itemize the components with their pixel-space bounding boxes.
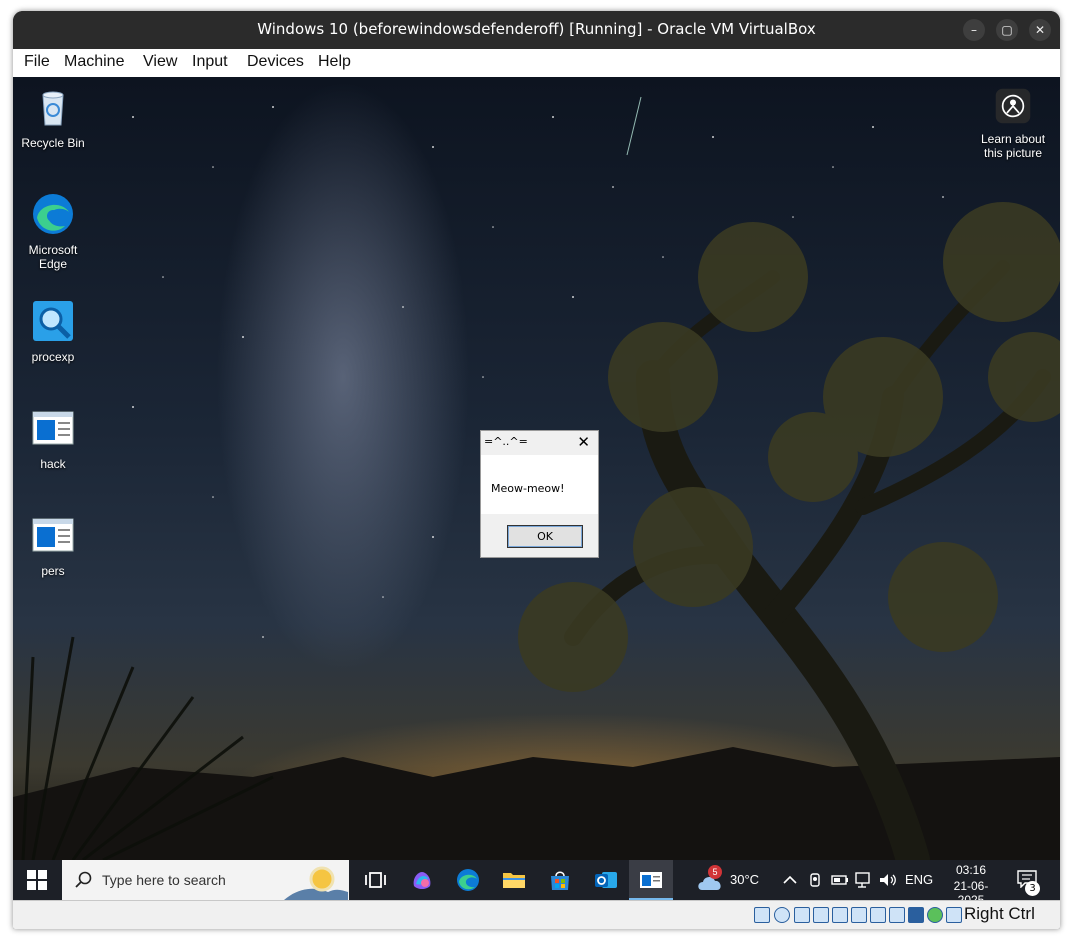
cpu-activity-icon[interactable] [927, 907, 943, 923]
search-highlight-icon [284, 866, 348, 900]
learn-line2: this picture [983, 146, 1043, 160]
message-box-title: =^..^= [484, 435, 528, 448]
notification-count: 3 [1025, 881, 1040, 896]
search-placeholder: Type here to search [102, 872, 226, 888]
recycle-bin-icon [42, 91, 64, 126]
desktop-icon-label: Recycle Bin [21, 136, 85, 150]
message-box-close-button[interactable]: ✕ [577, 433, 590, 451]
shared-folders-icon[interactable] [851, 907, 867, 923]
close-button[interactable]: ✕ [1029, 19, 1051, 41]
weather-badge: 5 [708, 865, 722, 879]
audio-icon[interactable] [794, 907, 810, 923]
desktop[interactable]: Recycle Bin Microsoft Edge procexp hack … [13, 77, 1060, 860]
desktop-icon-label: hack [40, 457, 66, 471]
network-icon[interactable] [855, 872, 873, 888]
desktop-icon-label: pers [41, 564, 65, 578]
desktop-icon-recycle-bin[interactable]: Recycle Bin [13, 85, 93, 150]
taskbar: Type here to search 5 30°C ENG 03:16 21-… [13, 860, 1060, 907]
menu-bar: File Machine View Input Devices Help [13, 49, 1060, 78]
desktop-icon-hack[interactable]: hack [13, 406, 93, 471]
display-icon[interactable] [870, 907, 886, 923]
edge-icon[interactable] [456, 868, 480, 892]
clock[interactable]: 03:16 21-06-2025 [941, 860, 1001, 907]
battery-icon[interactable] [831, 873, 849, 887]
minimize-button[interactable]: – [963, 19, 985, 41]
edge-icon [33, 194, 73, 234]
search-icon [75, 871, 92, 888]
desktop-icon-label: Microsoft Edge [28, 243, 78, 271]
window-title: Windows 10 (beforewindowsdefenderoff) [R… [257, 20, 816, 38]
volume-icon[interactable] [879, 872, 897, 888]
menu-help[interactable]: Help [318, 53, 351, 71]
virtualbox-window: Windows 10 (beforewindowsdefenderoff) [R… [13, 11, 1060, 929]
network-adapter-icon[interactable] [813, 907, 829, 923]
message-box-body: Meow-meow! [481, 455, 598, 514]
keyboard-capture-icon[interactable] [946, 907, 962, 923]
menu-machine[interactable]: Machine [64, 53, 124, 71]
recording-icon[interactable] [889, 907, 905, 923]
learn-line1: Learn about [980, 132, 1046, 146]
mouse-integration-icon[interactable] [908, 907, 924, 923]
desktop-icon-pers[interactable]: pers [13, 513, 93, 578]
host-key-label: Right Ctrl [964, 904, 1035, 923]
copilot-icon[interactable] [410, 868, 434, 892]
file-explorer-icon[interactable] [502, 868, 526, 892]
learn-about-this-picture[interactable]: Learn about this picture [973, 87, 1053, 160]
active-app-icon [640, 872, 662, 888]
title-bar[interactable]: Windows 10 (beforewindowsdefenderoff) [R… [13, 11, 1060, 49]
exe-file-icon [32, 518, 74, 552]
menu-file[interactable]: File [24, 53, 50, 71]
desktop-icon-microsoft-edge[interactable]: Microsoft Edge [13, 192, 93, 271]
ok-button[interactable]: OK [507, 525, 583, 548]
outlook-icon[interactable] [594, 868, 618, 892]
camera-info-icon [995, 88, 1031, 124]
active-app-button[interactable] [629, 860, 673, 900]
search-box[interactable]: Type here to search [62, 860, 349, 900]
message-box: =^..^= ✕ Meow-meow! OK [480, 430, 599, 558]
windows-start-icon[interactable] [27, 870, 47, 890]
optical-drive-icon[interactable] [774, 907, 790, 923]
menu-input[interactable]: Input [192, 53, 228, 71]
language-indicator[interactable]: ENG [905, 872, 933, 888]
chevron-up-icon[interactable] [783, 873, 797, 887]
weather-widget[interactable]: 5 30°C [696, 860, 766, 900]
store-icon[interactable] [548, 868, 572, 892]
usb-icon[interactable] [832, 907, 848, 923]
clock-time: 03:16 [955, 863, 987, 877]
virtualbox-status-bar: Right Ctrl [13, 900, 1060, 929]
hard-disk-icon[interactable] [754, 907, 770, 923]
meet-now-icon[interactable] [809, 872, 823, 888]
maximize-button[interactable]: ▢ [996, 19, 1018, 41]
menu-view[interactable]: View [143, 53, 177, 71]
menu-devices[interactable]: Devices [247, 53, 304, 71]
desktop-icon-procexp[interactable]: procexp [13, 299, 93, 364]
task-view-icon[interactable] [363, 868, 387, 892]
weather-temperature: 30°C [730, 872, 760, 887]
desktop-icon-label: procexp [31, 350, 75, 364]
exe-file-icon [32, 411, 74, 445]
procexp-icon [33, 301, 73, 341]
message-text: Meow-meow! [491, 482, 565, 495]
